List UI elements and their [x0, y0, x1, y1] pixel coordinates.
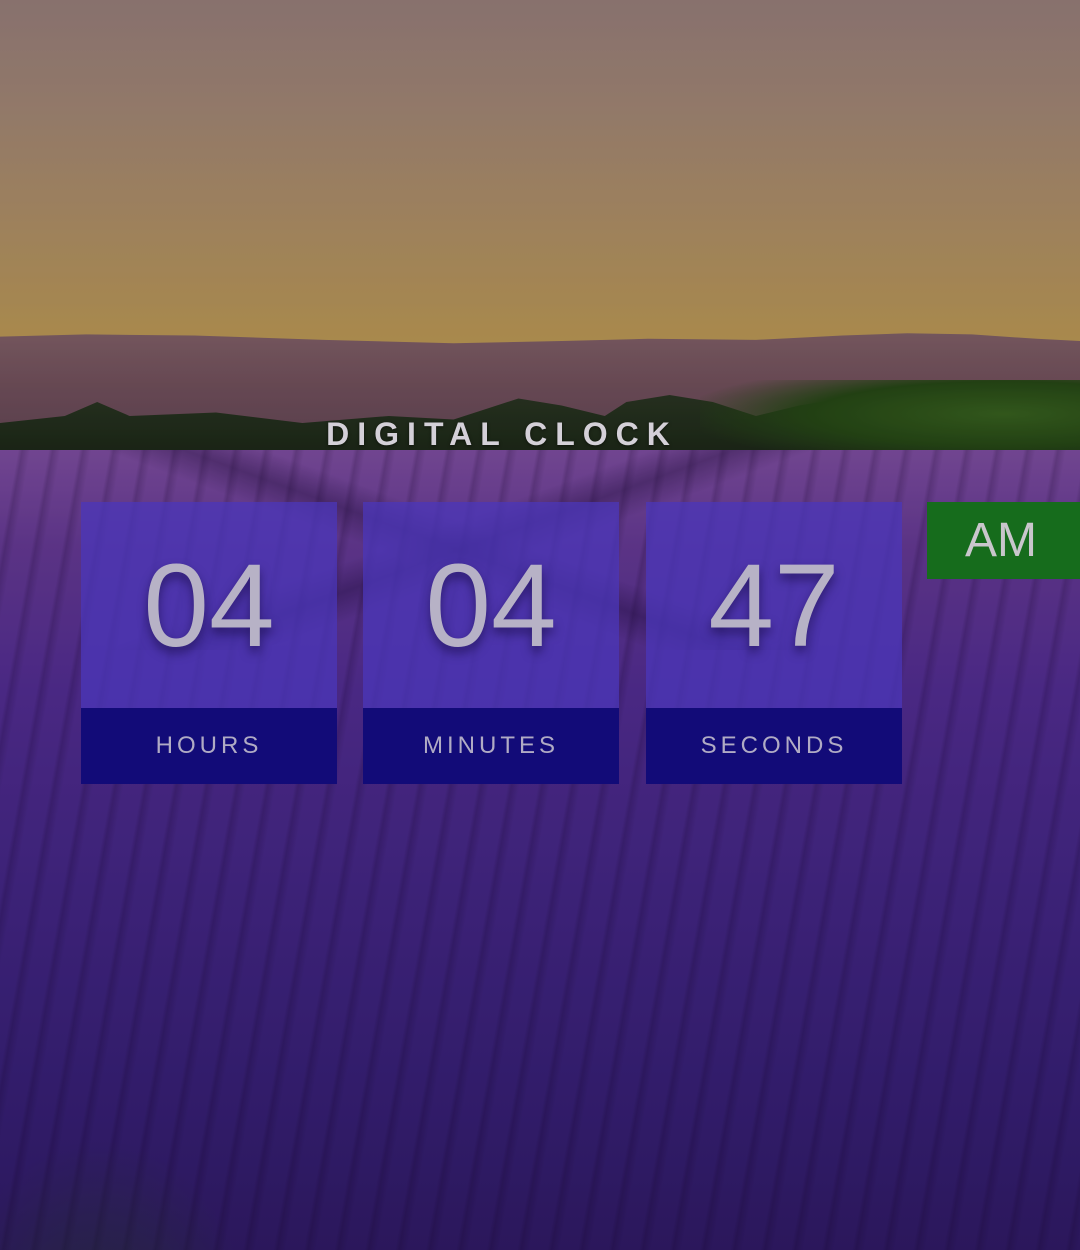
minutes-label-panel: MINUTES [363, 708, 619, 784]
hours-unit: 04 HOURS [81, 502, 337, 784]
am-pm-badge: AM [927, 502, 1080, 579]
minutes-unit: 04 MINUTES [363, 502, 619, 784]
lavender-field-background: DIGITAL CLOCK 04 HOURS 04 MINUTES 47 SEC… [0, 0, 1080, 1250]
clock-title: DIGITAL CLOCK [326, 416, 678, 452]
minutes-value: 04 [425, 540, 557, 672]
seconds-label: SECONDS [700, 732, 848, 759]
seconds-value-panel: 47 [646, 502, 902, 708]
minutes-value-panel: 04 [363, 502, 619, 708]
hours-label: HOURS [155, 732, 263, 759]
hours-value: 04 [143, 540, 275, 672]
seconds-label-panel: SECONDS [646, 708, 902, 784]
minutes-label: MINUTES [423, 732, 559, 759]
hours-value-panel: 04 [81, 502, 337, 708]
hours-label-panel: HOURS [81, 708, 337, 784]
seconds-unit: 47 SECONDS [646, 502, 902, 784]
seconds-value: 47 [708, 540, 840, 672]
